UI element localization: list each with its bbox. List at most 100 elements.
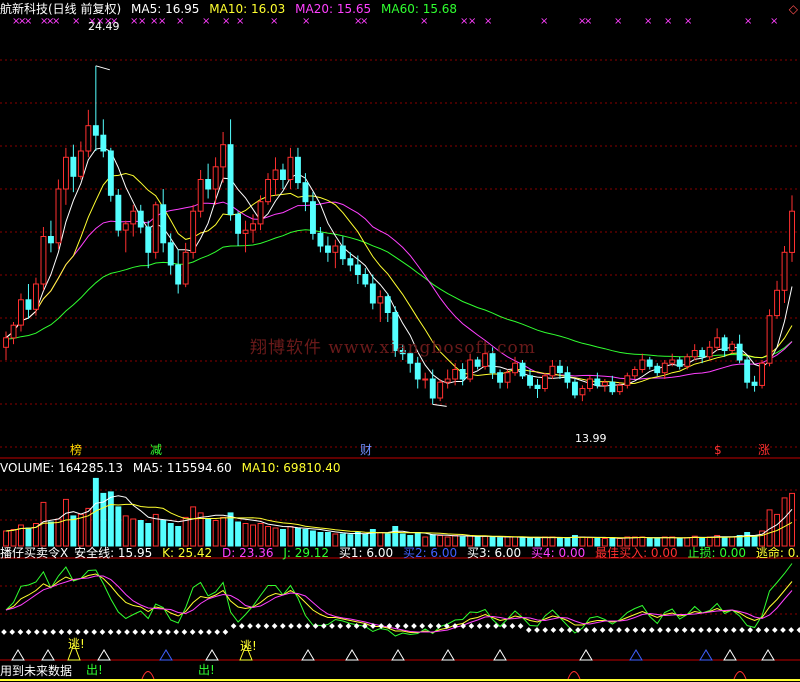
buy4-label: 买4: 0.00: [531, 546, 586, 560]
volume-bar-51: [384, 533, 391, 547]
top-marker-23: ×: [420, 16, 428, 27]
volume-bar-3: [25, 527, 32, 547]
safe-line-dot: [255, 623, 262, 629]
safe-line-dot: [517, 623, 524, 629]
high-price-label: 24.49: [88, 20, 120, 33]
candle-body-66: [497, 372, 504, 383]
safe-line-dot: [616, 627, 622, 633]
candle-body-12: [92, 125, 99, 136]
d-label: D: 23.36: [222, 546, 274, 560]
candle-body-27: [205, 179, 212, 190]
candle-body-57: [429, 378, 436, 399]
safe-line-dot: [107, 629, 114, 635]
indicator-header: 播仔买卖令X 安全线: 15.95 K: 25.42 D: 23.36 J: 2…: [0, 546, 800, 560]
safe-line-dot: [427, 623, 434, 629]
volume-bar-91: [684, 537, 691, 547]
safe-line-dot: [173, 629, 180, 635]
safe-line-dot: [296, 623, 303, 629]
volume-bar-21: [160, 520, 167, 547]
top-marker-16: ×: [202, 16, 210, 27]
volume-bar-40: [302, 529, 309, 547]
signal-triangle-14: [761, 649, 775, 661]
candle-body-95: [714, 337, 721, 348]
volume-bar-0: [3, 530, 9, 547]
volume-bar-23: [175, 526, 182, 547]
volume-bar-41: [310, 530, 316, 547]
candle-body-3: [25, 299, 32, 310]
volume-bar-11: [85, 507, 92, 547]
candle-body-47: [354, 264, 361, 275]
top-marker-19: ×: [270, 16, 278, 27]
safe-line-dot: [607, 627, 614, 633]
safe-line-dot: [378, 623, 385, 629]
top-marker-12: ×: [138, 16, 146, 27]
top-marker-20: ×: [302, 16, 310, 27]
volume-bar-88: [661, 536, 668, 547]
top-marker-35: ×: [770, 16, 778, 27]
safe-line-dot: [788, 627, 795, 633]
watermark: 翔博软件 www.xiangbosoft.com: [250, 338, 536, 358]
volume-bar-29: [220, 516, 227, 547]
safe-line-dot: [550, 627, 557, 633]
sell-arc-0: [141, 671, 155, 680]
candle-body-72: [542, 375, 548, 389]
safe-line-dot: [17, 629, 24, 635]
safe-line-dot: [624, 627, 631, 633]
candle-body-94: [706, 346, 713, 358]
high-pointer: [95, 65, 110, 71]
volume-bar-43: [325, 532, 331, 547]
candle-body-80: [601, 381, 608, 386]
volume-bar-85: [639, 536, 646, 547]
candle-body-60: [452, 369, 459, 380]
volume-bar-74: [557, 537, 563, 547]
candle-body-36: [272, 169, 279, 180]
candle-body-4: [33, 283, 39, 310]
signal-tao-2: 逃!: [240, 639, 257, 653]
safe-line-dot: [591, 627, 598, 633]
price-header: 航新科技(日线 前复权) MA5: 16.95 MA10: 16.03 MA20…: [0, 2, 463, 16]
safe-line-dot: [739, 627, 745, 633]
volume-bar-99: [744, 532, 751, 547]
safe-line-dot: [58, 629, 65, 635]
stop-loss-label: 止损: 0.00: [687, 546, 747, 560]
volume-bar-72: [542, 536, 548, 547]
volume-bar-38: [287, 526, 294, 547]
safe-line-dot: [599, 627, 606, 633]
volume-bar-66: [497, 537, 504, 547]
safe-line-dot: [140, 629, 147, 635]
safe-line-dot: [632, 627, 639, 633]
candle-body-25: [190, 210, 197, 253]
safe-line-dot: [714, 627, 721, 633]
safe-line-dot: [402, 623, 409, 629]
candle-body-71: [534, 384, 541, 389]
signal-triangle-0: [11, 649, 25, 661]
candle-body-30: [227, 144, 234, 215]
top-marker-33: ×: [684, 16, 692, 27]
volume-bar-75: [564, 538, 571, 547]
safe-line-dot: [665, 627, 672, 633]
candle-body-18: [137, 210, 144, 228]
candle-body-89: [669, 359, 676, 364]
candle-body-26: [197, 179, 204, 212]
signal-triangle-10: [579, 649, 593, 661]
safe-line-dot: [337, 623, 344, 629]
volume-bar-96: [721, 536, 728, 547]
volume-bar-97: [729, 536, 736, 547]
candle-body-101: [759, 362, 765, 386]
signal-triangle-2: [97, 649, 111, 661]
candle-body-103: [774, 289, 780, 317]
volume-bar-59: [444, 536, 451, 547]
candle-body-16: [122, 223, 129, 231]
safe-line-dot: [238, 623, 245, 629]
safe-line-dot: [657, 627, 663, 633]
diamond-icon[interactable]: ◇: [789, 2, 798, 16]
volume-bar-56: [422, 536, 429, 547]
volume-bar-16: [122, 515, 129, 547]
volume-bar-35: [265, 526, 272, 547]
safe-line-dot: [755, 627, 762, 633]
low-price-label: 13.99: [575, 432, 607, 445]
candle-body-15: [115, 194, 122, 231]
safe-line-dot: [83, 629, 89, 635]
safe-line-dot: [279, 623, 286, 629]
ma60-label: MA60: 15.68: [381, 2, 458, 16]
